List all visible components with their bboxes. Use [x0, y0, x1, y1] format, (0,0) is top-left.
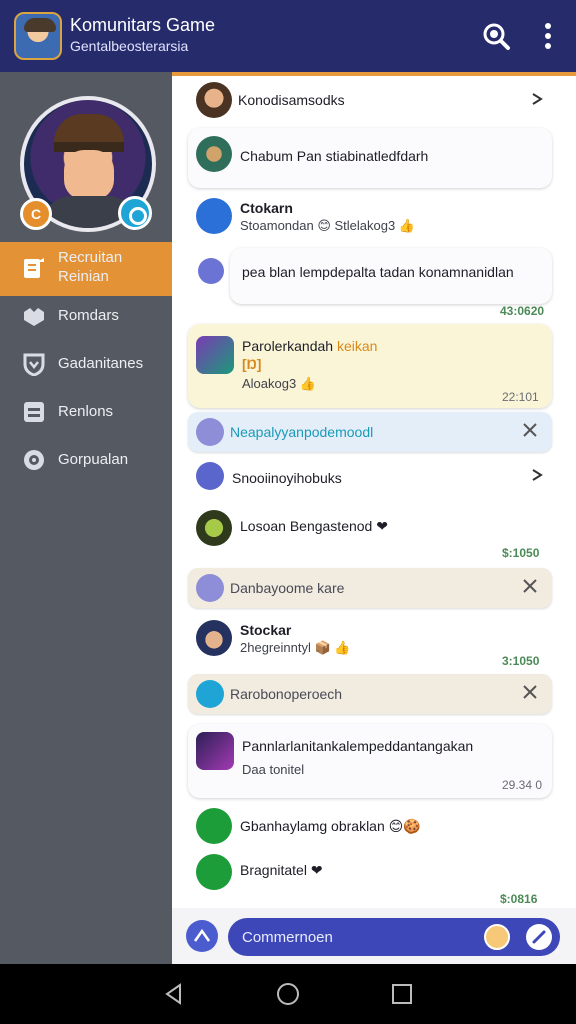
attach-icon: [532, 930, 546, 944]
emoji-icon[interactable]: [484, 924, 510, 950]
card-title: Parolerkandah: [242, 338, 334, 354]
sidebar-item-recruitan[interactable]: Recruitan Reinian: [0, 242, 172, 296]
avatar[interactable]: [196, 854, 232, 890]
message-input-placeholder: Commernoen: [242, 929, 333, 946]
sidebar-item-gadanitanes[interactable]: Gadanitanes: [0, 338, 172, 390]
message-text: Pannlarlanitankalempeddantangakan: [242, 738, 474, 754]
timestamp: 22:101: [502, 390, 539, 404]
sidebar-item-label: Gorpualan: [58, 451, 129, 468]
sidebar-item-renlons[interactable]: Renlons: [0, 386, 172, 438]
share-button[interactable]: [186, 920, 218, 952]
notification-text: Danbayoome kare: [230, 580, 345, 596]
avatar[interactable]: [196, 510, 232, 546]
feed-item-title[interactable]: Snooiinoyihobuks: [232, 470, 342, 486]
app-header: Komunitars Game Gentalbeosterarsia: [0, 0, 576, 72]
close-icon[interactable]: [522, 422, 538, 438]
app-logo[interactable]: [14, 12, 62, 60]
feed-item-title[interactable]: Konodisamsodks: [238, 92, 345, 108]
message-sub: Daa tonitel: [242, 762, 305, 777]
collapse-icon[interactable]: [530, 468, 544, 482]
message-input[interactable]: Commernoen: [228, 918, 560, 956]
feed-panel: Konodisamsodks Chabum Pan stiabinatledfd…: [172, 76, 576, 964]
avatar[interactable]: [196, 462, 224, 490]
profile-badge-left[interactable]: C: [20, 198, 52, 230]
sidebar-item-label: Renlons: [58, 403, 114, 420]
sidebar-item-gorpualan[interactable]: Gorpualan: [0, 434, 172, 486]
more-vertical-icon[interactable]: [538, 20, 558, 52]
message-text: Losoan Bengastenod ❤: [240, 518, 388, 534]
user-name[interactable]: Ctokarn: [240, 200, 293, 216]
share-icon: [193, 928, 211, 942]
user-name[interactable]: Stockar: [240, 622, 291, 638]
recent-apps-icon[interactable]: [390, 982, 414, 1006]
avatar[interactable]: [196, 808, 232, 844]
message-text: pea blan lempdepalta tadan konamnanidlan: [242, 264, 514, 280]
app-title: Komunitars Game: [70, 15, 216, 35]
message-text: Chabum Pan stiabinatledfdarh: [240, 148, 429, 164]
notification-strip[interactable]: Neapalyyanpodemoodl: [188, 412, 552, 452]
message-card[interactable]: [188, 724, 552, 798]
notification-text: Rarobonoperoech: [230, 686, 343, 702]
game-avatar[interactable]: [196, 732, 234, 770]
handshake-icon: [24, 308, 44, 326]
app-subtitle: Gentalbeosterarsia: [70, 38, 189, 54]
card-tag: [Ŋ]: [242, 356, 262, 372]
message-text: Bragnitatel ❤: [240, 862, 323, 878]
attach-button[interactable]: [526, 924, 552, 950]
close-icon[interactable]: [522, 578, 538, 594]
message-composer: Commernoen: [172, 908, 576, 964]
back-icon[interactable]: [162, 982, 186, 1006]
system-navigation-bar: [0, 964, 576, 1024]
sidebar-item-label: Recruitan Reinian: [58, 249, 123, 285]
user-status: 2hegreinntyl 📦 👍: [240, 640, 351, 655]
avatar[interactable]: [196, 620, 232, 656]
profile-badge-right[interactable]: [118, 196, 152, 230]
message-text: Gbanhaylamg obraklan 😊🍪: [240, 818, 421, 834]
timestamp: 3:1050: [502, 654, 540, 668]
sidebar-item-label: Gadanitanes: [58, 355, 144, 372]
sidebar: C Recruitan Reinian Romdars Gadanitanes …: [0, 72, 172, 964]
card-sub: Aloakog3 👍: [242, 376, 317, 391]
timestamp: $:1050: [502, 546, 540, 560]
sidebar-item-label: Romdars: [58, 307, 119, 324]
close-icon[interactable]: [522, 684, 538, 700]
timestamp: 29.34 0: [502, 778, 543, 792]
timestamp: $:0816: [500, 892, 538, 906]
avatar[interactable]: [196, 82, 232, 118]
sidebar-item-romdars[interactable]: Romdars: [0, 290, 172, 342]
timestamp: 43:0620: [500, 304, 545, 318]
card-highlight: keikan: [336, 338, 378, 354]
notification-strip[interactable]: Danbayoome kare: [188, 568, 552, 608]
edit-icon: [24, 258, 44, 278]
bell-icon: [196, 418, 224, 446]
bell-icon: [196, 574, 224, 602]
game-avatar[interactable]: [196, 336, 234, 374]
avatar[interactable]: [196, 136, 232, 172]
server-icon: [24, 402, 44, 422]
avatar[interactable]: [196, 198, 232, 234]
notification-strip[interactable]: Rarobonoperoech: [188, 674, 552, 714]
collapse-icon[interactable]: [530, 92, 544, 106]
user-status: Stoamondan 😊 Stlelakog3 👍: [240, 218, 416, 233]
home-icon[interactable]: [276, 982, 300, 1006]
bell-icon: [196, 680, 224, 708]
search-icon[interactable]: [482, 22, 510, 50]
shield-icon: [23, 353, 45, 376]
avatar[interactable]: [198, 258, 224, 284]
target-icon: [24, 450, 44, 470]
notification-text: Neapalyyanpodemoodl: [230, 424, 374, 440]
